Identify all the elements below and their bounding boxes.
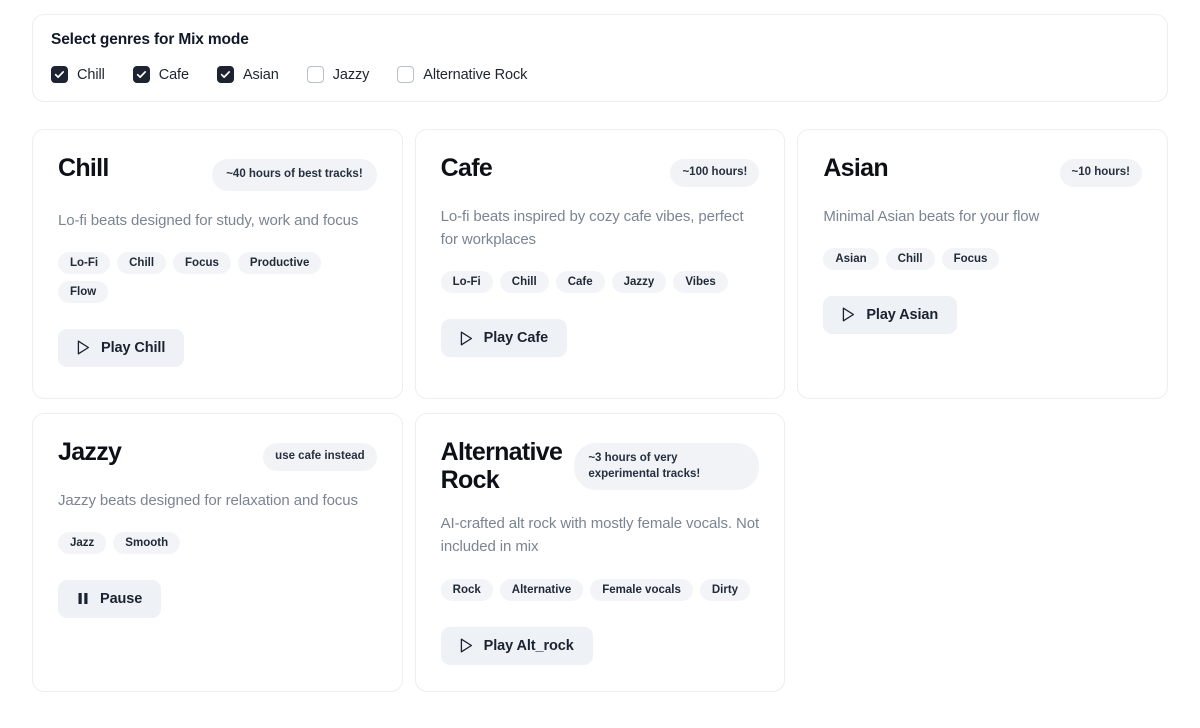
play-icon	[460, 638, 473, 653]
card-title: Chill	[58, 154, 109, 182]
card-header: Asian ~10 hours!	[823, 154, 1142, 187]
card-tag: Flow	[58, 280, 109, 303]
card-tag-list: Jazz Smooth	[58, 531, 377, 554]
play-icon	[460, 331, 473, 346]
play-button-cafe[interactable]: Play Cafe	[440, 319, 568, 358]
card-tag: Chill	[499, 271, 549, 294]
card-header: Alternative Rock ~3 hours of very experim…	[441, 438, 760, 494]
genre-checkbox-label: Asian	[242, 66, 279, 83]
card-tag: Cafe	[555, 271, 605, 294]
genre-card-jazzy: Jazzy use cafe instead Jazzy beats designe…	[32, 413, 403, 692]
card-title: Asian	[823, 154, 888, 182]
genre-card-alternative-rock: Alternative Rock ~3 hours of very experim…	[414, 413, 786, 692]
genre-checkbox-label: Jazzy	[332, 66, 370, 83]
card-tag: Rock	[440, 578, 493, 601]
genre-checkbox-chill[interactable]: Chill	[51, 66, 105, 83]
action-button-label: Play Asian	[866, 306, 939, 323]
card-tag: Chill	[117, 251, 167, 274]
selector-title: Select genres for Mix mode	[51, 31, 249, 48]
card-badge: ~40 hours of best tracks!	[212, 159, 377, 191]
play-button-chill[interactable]: Play Chill	[58, 328, 185, 367]
action-button-label: Play Cafe	[483, 330, 549, 347]
card-tag: Focus	[941, 247, 1000, 270]
card-badge: ~3 hours of very experimental tracks!	[574, 443, 760, 491]
card-tag-list: Asian Chill Focus	[823, 247, 1142, 270]
genre-checkbox-alternative-rock[interactable]: Alternative Rock	[397, 66, 527, 83]
checkbox-checked-icon[interactable]	[132, 66, 150, 83]
genre-checkbox-asian[interactable]: Asian	[216, 66, 279, 83]
genre-checkbox-label: Alternative Rock	[423, 66, 528, 83]
genre-checkbox-label: Cafe	[158, 66, 189, 83]
card-description: AI-crafted alt rock with mostly female v…	[440, 515, 760, 556]
genre-checkbox-cafe[interactable]: Cafe	[132, 66, 189, 83]
card-description: Lo-fi beats designed for study, work and…	[58, 211, 359, 229]
checkbox-unchecked-icon[interactable]	[397, 66, 415, 83]
card-description: Minimal Asian beats for your flow	[823, 207, 1040, 225]
play-button-asian[interactable]: Play Asian	[823, 295, 958, 334]
action-button-label: Play Chill	[101, 339, 166, 356]
pause-button-jazzy[interactable]: Pause	[58, 579, 162, 618]
card-tag: Dirty	[699, 578, 751, 601]
genre-card-chill: Chill ~40 hours of best tracks! Lo-fi beat…	[32, 129, 403, 399]
checkbox-unchecked-icon[interactable]	[306, 66, 324, 83]
action-button-label: Pause	[100, 590, 143, 607]
play-button-alternative-rock[interactable]: Play Alt_rock	[440, 626, 593, 665]
card-tag: Asian	[823, 247, 879, 270]
card-tag: Lo-Fi	[440, 271, 493, 294]
play-icon	[842, 307, 855, 322]
genre-selector-panel: Select genres for Mix mode Chill Cafe Asia…	[32, 14, 1168, 102]
genre-card-grid: Chill ~40 hours of best tracks! Lo-fi beat…	[32, 129, 1168, 692]
genre-card-asian: Asian ~10 hours! Minimal Asian beats for y…	[797, 129, 1168, 399]
card-tag-list: Lo-Fi Chill Focus Productive Flow	[58, 251, 377, 303]
action-button-label: Play Alt_rock	[483, 637, 574, 654]
play-icon	[77, 340, 90, 355]
card-badge: ~100 hours!	[670, 159, 760, 187]
card-tag: Jazzy	[611, 271, 667, 294]
card-tag: Lo-Fi	[58, 251, 111, 274]
card-tag: Jazz	[58, 531, 107, 554]
card-tag: Female vocals	[590, 578, 693, 601]
card-tag: Focus	[173, 251, 231, 274]
genre-checkbox-row: Chill Cafe Asian Jazzy Alternative Rock	[51, 66, 1149, 83]
app-root: Select genres for Mix mode Chill Cafe Asia…	[0, 0, 1200, 728]
card-badge: ~10 hours!	[1059, 159, 1142, 187]
card-tag: Chill	[885, 247, 935, 270]
card-tag: Vibes	[673, 271, 728, 294]
card-title: Jazzy	[58, 438, 122, 466]
genre-card-cafe: Cafe ~100 hours! Lo-fi beats inspired by c…	[414, 129, 786, 399]
card-title: Alternative Rock	[440, 438, 563, 494]
card-header: Chill ~40 hours of best tracks!	[58, 154, 377, 191]
card-title: Cafe	[440, 154, 493, 182]
card-tag-list: Lo-Fi Chill Cafe Jazzy Vibes	[440, 271, 760, 294]
card-header: Jazzy use cafe instead	[58, 438, 377, 471]
card-tag: Alternative	[499, 578, 584, 601]
genre-checkbox-jazzy[interactable]: Jazzy	[306, 66, 370, 83]
card-badge: use cafe instead	[263, 443, 377, 471]
card-tag: Smooth	[113, 531, 181, 554]
card-description: Jazzy beats designed for relaxation and …	[58, 491, 358, 509]
checkbox-checked-icon[interactable]	[51, 66, 68, 83]
card-tag-list: Rock Alternative Female vocals Dirty	[440, 578, 760, 601]
card-tag: Productive	[237, 251, 322, 274]
card-description: Lo-fi beats inspired by cozy cafe vibes,…	[440, 207, 744, 248]
card-header: Cafe ~100 hours!	[441, 154, 760, 187]
genre-checkbox-label: Chill	[77, 66, 105, 83]
pause-icon	[77, 592, 89, 605]
checkbox-checked-icon[interactable]	[216, 66, 234, 83]
